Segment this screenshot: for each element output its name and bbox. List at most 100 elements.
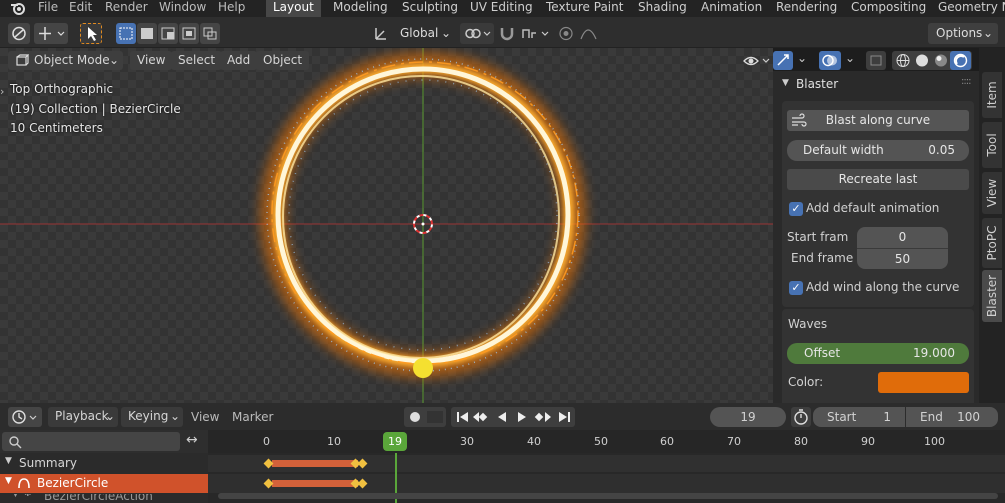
swap-arrows-icon[interactable]: ↔	[186, 432, 198, 448]
orientation-icon-button[interactable]	[371, 23, 391, 44]
panel-collapse-icon[interactable]: ▼	[782, 78, 789, 88]
playhead-frame-indicator[interactable]: 19	[383, 432, 407, 451]
pivot-point-dropdown[interactable]	[460, 23, 494, 44]
expand-arrow-icon[interactable]: ▼	[12, 494, 19, 499]
channel-search-input[interactable]	[2, 432, 180, 451]
menu-edit[interactable]: Edit	[69, 0, 92, 17]
snap-toggle[interactable]	[496, 23, 518, 44]
tab-uv-editing[interactable]: UV Editing	[463, 0, 540, 17]
start-frame-range-field[interactable]: Start 1	[813, 407, 905, 427]
chevron-down-icon[interactable]: ⌄	[797, 51, 807, 65]
select-tool-button[interactable]	[80, 23, 102, 44]
top-menu-bar: File Edit Render Window Help Layout Mode…	[0, 0, 1005, 17]
tab-layout[interactable]: Layout	[266, 0, 321, 17]
offset-slider[interactable]: Offset 19.000	[787, 343, 969, 364]
wireframe-shading-icon[interactable]	[895, 53, 911, 68]
3d-viewport[interactable]: Top Orthographic (19) Collection | Bezie…	[0, 48, 773, 403]
end-frame-range-field[interactable]: End 100	[906, 407, 998, 427]
select-extend-button[interactable]	[137, 23, 157, 44]
transform-orientation-dropdown[interactable]: Global ⌄	[392, 23, 454, 44]
tab-rendering[interactable]: Rendering	[769, 0, 844, 17]
timeline-ruler[interactable]: ↔ 0 10 19 30 40 50 60 70 80 90 100	[0, 430, 1005, 453]
chevron-down-icon[interactable]: ⌄	[845, 51, 855, 65]
jump-start-icon[interactable]	[457, 412, 468, 422]
next-keyframe-icon[interactable]	[534, 412, 551, 422]
tab-view[interactable]: View	[982, 172, 1002, 214]
play-icon[interactable]	[518, 412, 526, 422]
tick-label: 100	[924, 435, 945, 448]
tab-ptopc[interactable]: PtoPC	[982, 218, 1002, 268]
xray-toggle[interactable]	[866, 51, 886, 70]
mode-dropdown[interactable]: Object Mode ⌄	[8, 51, 123, 70]
tab-shading[interactable]: Shading	[631, 0, 694, 17]
expand-arrow-icon[interactable]: ▼	[5, 476, 12, 486]
frame-ruler[interactable]: 0 10 19 30 40 50 60 70 80 90 100	[208, 430, 1005, 453]
current-frame-field[interactable]: 19	[710, 407, 786, 427]
menu-object[interactable]: Object	[256, 51, 310, 70]
dopesheet-area[interactable]	[208, 453, 1005, 503]
falloff-dropdown[interactable]	[578, 23, 606, 44]
editor-type-button[interactable]	[8, 23, 30, 44]
gizmo-toggle[interactable]	[773, 51, 793, 70]
channel-beziercircleaction[interactable]: ▼ ✱ BezierCircleAction	[0, 494, 208, 503]
play-reverse-icon[interactable]	[498, 412, 506, 422]
tab-animation[interactable]: Animation	[694, 0, 769, 17]
menu-window[interactable]: Window	[159, 0, 206, 17]
overlays-toggle[interactable]	[819, 51, 841, 70]
menu-file[interactable]: File	[38, 0, 58, 17]
proportional-edit-toggle[interactable]	[556, 23, 576, 44]
tab-texture-paint[interactable]: Texture Paint	[539, 0, 630, 17]
timeline-menu-view[interactable]: View	[191, 410, 219, 424]
recreate-last-button[interactable]: Recreate last	[787, 169, 969, 190]
auto-keying-toggle[interactable]	[404, 407, 446, 427]
rendered-shading-button[interactable]	[950, 51, 971, 70]
drag-handle-icon[interactable]: ::::	[961, 76, 972, 87]
material-shading-icon[interactable]	[933, 53, 949, 68]
select-subtract-button[interactable]	[158, 23, 178, 44]
transform-pivot-button[interactable]	[34, 23, 68, 44]
tab-item[interactable]: Item	[982, 72, 1002, 118]
snap-target-dropdown[interactable]	[519, 23, 551, 44]
tab-blaster[interactable]: Blaster	[982, 270, 1002, 322]
tab-compositing[interactable]: Compositing	[844, 0, 933, 17]
select-new-button[interactable]	[116, 23, 136, 44]
menu-add[interactable]: Add	[220, 51, 258, 70]
prev-keyframe-icon[interactable]	[473, 412, 488, 422]
timeline-menu-marker[interactable]: Marker	[232, 410, 273, 424]
menu-render[interactable]: Render	[105, 0, 148, 17]
playback-dropdown[interactable]: Playback ⌄	[48, 407, 118, 427]
channel-beziercircle[interactable]: ▼ BezierCircle	[0, 474, 208, 493]
add-wind-checkbox[interactable]: ✓	[789, 281, 803, 295]
start-frame-field[interactable]: 0	[857, 227, 948, 248]
options-dropdown[interactable]: Options ⌄	[928, 23, 998, 44]
select-invert-button[interactable]	[179, 23, 199, 44]
timeline-editor-type-button[interactable]	[8, 407, 42, 427]
end-frame-field[interactable]: 50	[857, 248, 948, 269]
tab-sculpting[interactable]: Sculpting	[395, 0, 465, 17]
channel-summary[interactable]: ▼ Summary	[0, 455, 208, 472]
curve-control-point[interactable]	[413, 358, 433, 378]
keying-label: Keying	[128, 409, 169, 423]
add-default-animation-checkbox[interactable]: ✓	[789, 202, 803, 216]
preview-range-toggle[interactable]	[791, 407, 811, 427]
blender-logo-icon[interactable]	[10, 1, 26, 16]
horizontal-scrollbar[interactable]	[218, 493, 998, 499]
select-intersect-button[interactable]	[200, 23, 220, 44]
keying-dropdown[interactable]: Keying ⌄	[121, 407, 183, 427]
toolbar-expand-icon[interactable]: ›	[0, 85, 4, 98]
tab-modeling[interactable]: Modeling	[326, 0, 395, 17]
jump-end-icon[interactable]	[559, 412, 570, 422]
expand-arrow-icon[interactable]: ▼	[5, 456, 12, 466]
color-swatch[interactable]	[878, 372, 969, 393]
default-width-field[interactable]: Default width 0.05	[787, 140, 969, 161]
menu-view[interactable]: View	[130, 51, 173, 70]
menu-help[interactable]: Help	[218, 0, 245, 17]
select-box-icon	[119, 27, 133, 40]
menu-select[interactable]: Select	[171, 51, 223, 70]
visibility-dropdown[interactable]	[735, 51, 770, 70]
tab-geometry-nodes[interactable]: Geometry N	[931, 0, 1005, 17]
wind-icon	[792, 113, 807, 127]
tab-tool[interactable]: Tool	[982, 122, 1002, 168]
blast-along-curve-button[interactable]: Blast along curve	[787, 110, 969, 131]
solid-shading-icon[interactable]	[914, 53, 930, 68]
